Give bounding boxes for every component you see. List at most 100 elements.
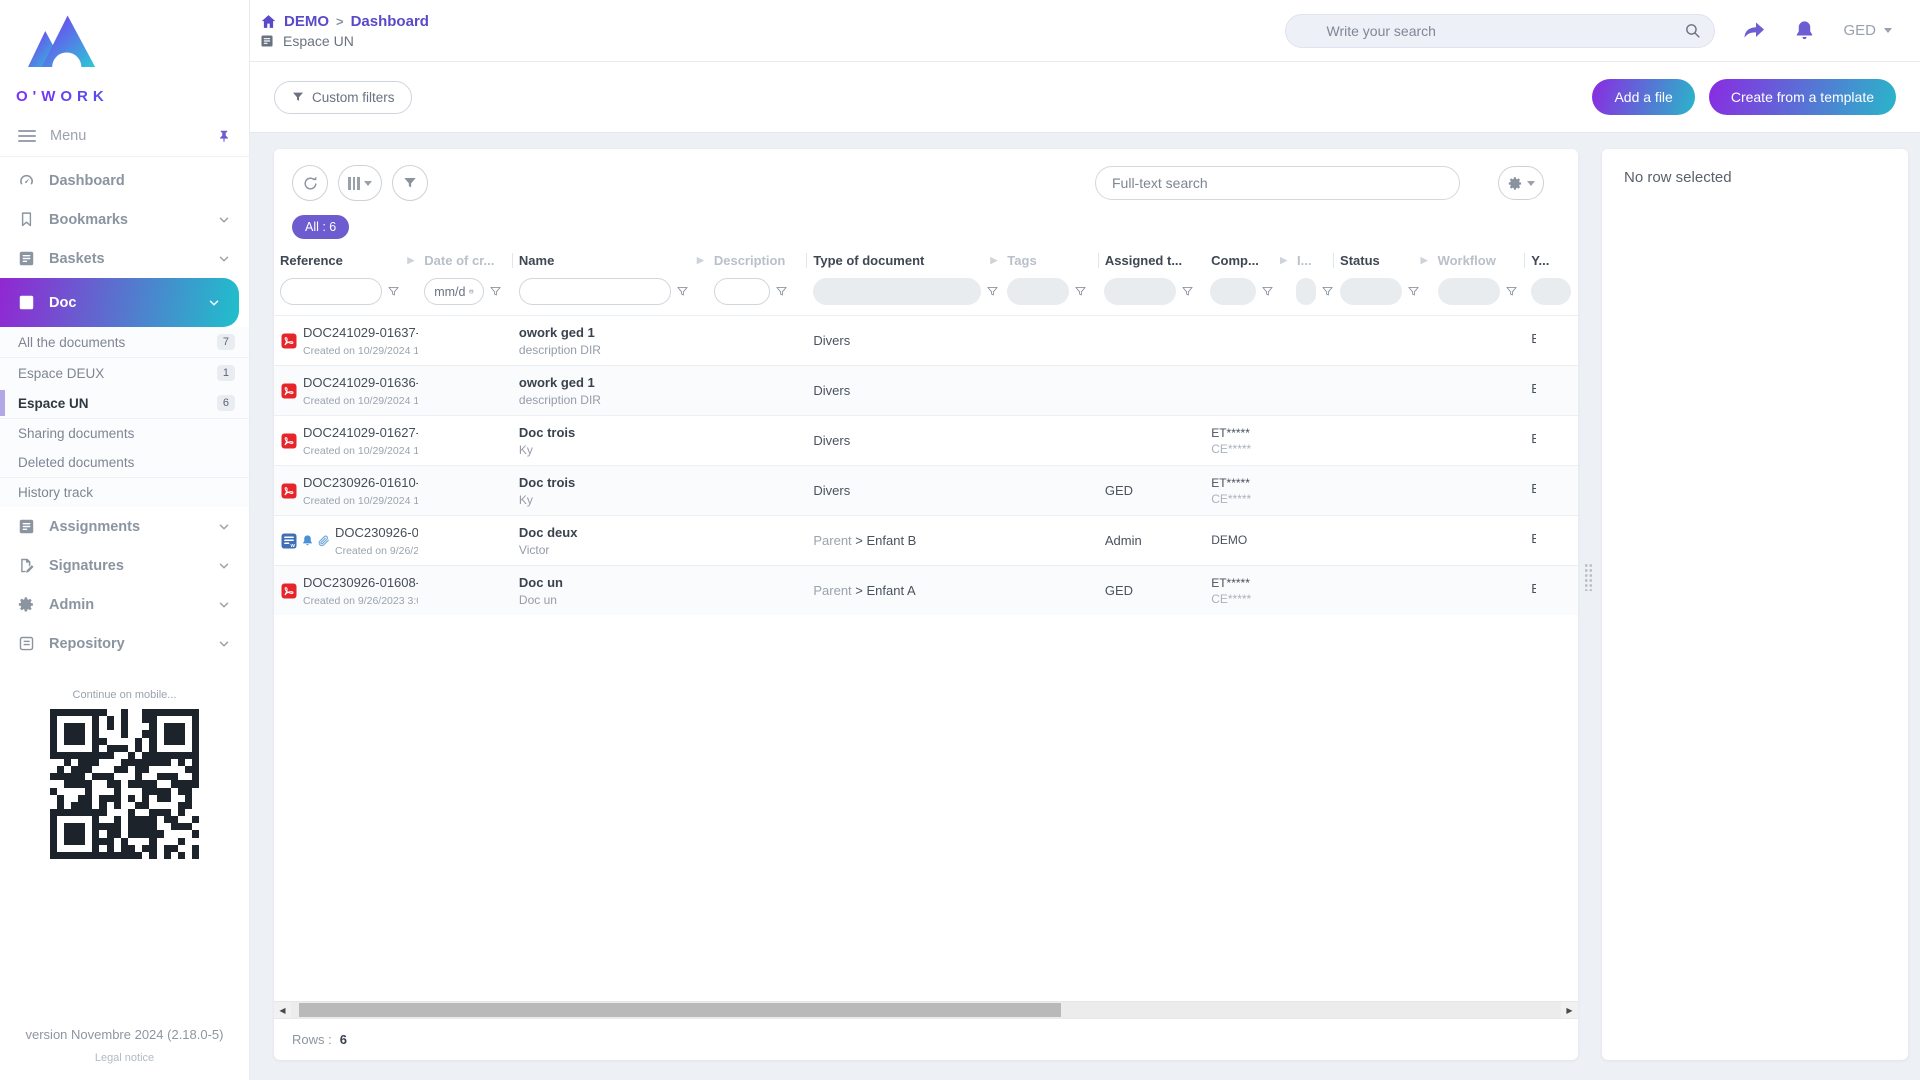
table-row[interactable]: DOC241029-01636-0Created on 10/29/2024 1… bbox=[274, 365, 1578, 415]
document-reference: DOC241029-01637-0 bbox=[303, 325, 418, 340]
funnel-icon[interactable] bbox=[489, 285, 502, 298]
sidebar-item-espace-deux[interactable]: Espace DEUX 1 bbox=[0, 358, 249, 388]
sidebar-item-label: Repository bbox=[49, 636, 125, 652]
funnel-icon[interactable] bbox=[1505, 285, 1518, 298]
column-header-name[interactable]: Name▶ bbox=[513, 253, 708, 268]
sidebar-item-bookmarks[interactable]: Bookmarks bbox=[0, 200, 249, 239]
legal-notice-link[interactable]: Legal notice bbox=[0, 1052, 249, 1064]
pdf-file-icon bbox=[280, 332, 298, 350]
funnel-icon[interactable] bbox=[1181, 285, 1194, 298]
sidebar-item-assignments[interactable]: Assignments bbox=[0, 507, 249, 546]
gear-icon bbox=[18, 596, 35, 613]
main-column: DEMO > Dashboard Espace UN GED bbox=[250, 0, 1920, 1080]
refresh-button[interactable] bbox=[292, 165, 328, 201]
all-filter-badge[interactable]: All : 6 bbox=[292, 215, 349, 239]
funnel-icon bbox=[291, 90, 305, 104]
funnel-icon[interactable] bbox=[676, 285, 689, 298]
sidebar-item-all-documents[interactable]: All the documents 7 bbox=[0, 327, 249, 358]
search-icon[interactable] bbox=[1684, 22, 1701, 39]
sort-icon[interactable]: ▶ bbox=[1421, 255, 1428, 266]
custom-filters-button[interactable]: Custom filters bbox=[274, 81, 412, 114]
table-settings-button[interactable] bbox=[1498, 166, 1544, 200]
column-header-assigned[interactable]: Assigned t... bbox=[1099, 253, 1205, 268]
sidebar-item-label: Signatures bbox=[49, 558, 124, 574]
sidebar-menu-toggle[interactable]: Menu bbox=[0, 116, 249, 157]
document-type: > Enfant A bbox=[855, 583, 915, 598]
column-header-date[interactable]: Date of cr... bbox=[418, 253, 513, 268]
rows-label: Rows : bbox=[292, 1032, 332, 1047]
column-header-status[interactable]: Status▶ bbox=[1334, 253, 1432, 268]
sort-icon[interactable]: ▶ bbox=[407, 255, 414, 266]
sort-icon[interactable]: ▶ bbox=[1280, 255, 1287, 266]
chevron-down-icon bbox=[217, 598, 231, 612]
sidebar-item-baskets[interactable]: Baskets bbox=[0, 239, 249, 278]
sidebar-item-admin[interactable]: Admin bbox=[0, 585, 249, 624]
column-header-type[interactable]: Type of document▶ bbox=[807, 253, 1001, 268]
column-header-reference[interactable]: Reference▶ bbox=[274, 253, 418, 268]
version-label: version Novembre 2024 (2.18.0-5) bbox=[0, 1027, 249, 1042]
table-row[interactable]: DOC241029-01627-0Created on 10/29/2024 1… bbox=[274, 415, 1578, 465]
pdf-file-icon bbox=[280, 432, 298, 450]
panel-resize-handle[interactable] bbox=[1584, 563, 1593, 591]
sidebar-item-dashboard[interactable]: Dashboard bbox=[0, 161, 249, 200]
funnel-icon[interactable] bbox=[1074, 285, 1087, 298]
global-search bbox=[1285, 14, 1715, 48]
funnel-icon[interactable] bbox=[986, 285, 999, 298]
document-type: > Enfant B bbox=[855, 533, 916, 548]
top-header: DEMO > Dashboard Espace UN GED bbox=[250, 0, 1920, 62]
column-header-i[interactable]: I... bbox=[1291, 253, 1334, 268]
home-icon[interactable] bbox=[260, 13, 277, 30]
share-button[interactable] bbox=[1742, 19, 1766, 43]
sort-icon[interactable]: ▶ bbox=[697, 255, 704, 266]
sidebar-item-repository[interactable]: Repository bbox=[0, 624, 249, 663]
book-icon bbox=[18, 518, 35, 535]
funnel-icon[interactable] bbox=[775, 285, 788, 298]
fulltext-search-input[interactable] bbox=[1095, 166, 1460, 200]
filter-input-name[interactable] bbox=[519, 278, 671, 305]
funnel-icon bbox=[402, 175, 418, 191]
filter-button[interactable] bbox=[392, 165, 428, 201]
filter-input-reference[interactable] bbox=[280, 278, 382, 305]
sidebar-item-sharing-documents[interactable]: Sharing documents bbox=[0, 419, 249, 448]
sidebar-item-deleted-documents[interactable]: Deleted documents bbox=[0, 448, 249, 478]
sidebar-item-doc[interactable]: Doc bbox=[0, 278, 239, 327]
column-header-description[interactable]: Description bbox=[708, 253, 808, 268]
scrollbar-track[interactable] bbox=[291, 1002, 1561, 1018]
column-header-y[interactable]: Y... bbox=[1525, 253, 1578, 268]
funnel-icon[interactable] bbox=[1321, 285, 1334, 298]
add-file-button[interactable]: Add a file bbox=[1592, 79, 1694, 115]
breadcrumb-root[interactable]: DEMO bbox=[284, 13, 329, 30]
notifications-button[interactable] bbox=[1793, 19, 1816, 42]
funnel-icon[interactable] bbox=[1407, 285, 1420, 298]
sidebar-item-signatures[interactable]: Signatures bbox=[0, 546, 249, 585]
table-row[interactable]: DOC241029-01637-0Created on 10/29/2024 1… bbox=[274, 315, 1578, 365]
user-menu-label: GED bbox=[1843, 22, 1876, 39]
paperclip-icon bbox=[317, 534, 330, 547]
filter-input-description[interactable] bbox=[714, 278, 770, 305]
calendar-icon[interactable] bbox=[469, 286, 474, 297]
custom-filters-label: Custom filters bbox=[312, 90, 395, 105]
columns-button[interactable] bbox=[338, 165, 382, 201]
pin-icon[interactable] bbox=[217, 129, 231, 143]
table-row[interactable]: DOC230926-01609-0Created on 9/26/2023 3:… bbox=[274, 515, 1578, 565]
table-row[interactable]: DOC230926-01608-0Created on 9/26/2023 3:… bbox=[274, 565, 1578, 615]
column-header-workflow[interactable]: Workflow bbox=[1432, 253, 1526, 268]
funnel-icon[interactable] bbox=[387, 285, 400, 298]
create-from-template-button[interactable]: Create from a template bbox=[1709, 79, 1896, 115]
user-menu[interactable]: GED bbox=[1843, 22, 1904, 39]
scrollbar-thumb[interactable] bbox=[299, 1003, 1061, 1017]
filter-input-date[interactable]: mm/d bbox=[424, 278, 484, 305]
sidebar-item-espace-un[interactable]: Espace UN 6 bbox=[0, 388, 249, 419]
global-search-input[interactable] bbox=[1285, 14, 1715, 48]
column-header-company[interactable]: Comp...▶ bbox=[1205, 253, 1291, 268]
scroll-left-arrow[interactable]: ◀ bbox=[274, 1002, 291, 1018]
breadcrumb-current[interactable]: Dashboard bbox=[351, 13, 429, 30]
sub-item-label: Sharing documents bbox=[18, 426, 134, 441]
table-row[interactable]: DOC230926-01610-3Created on 10/29/2024 1… bbox=[274, 465, 1578, 515]
column-header-tags[interactable]: Tags bbox=[1001, 253, 1099, 268]
horizontal-scrollbar[interactable]: ◀ ▶ bbox=[274, 1001, 1578, 1018]
sort-icon[interactable]: ▶ bbox=[990, 255, 997, 266]
funnel-icon[interactable] bbox=[1261, 285, 1274, 298]
scroll-right-arrow[interactable]: ▶ bbox=[1561, 1002, 1578, 1018]
sidebar-item-history-track[interactable]: History track bbox=[0, 478, 249, 507]
